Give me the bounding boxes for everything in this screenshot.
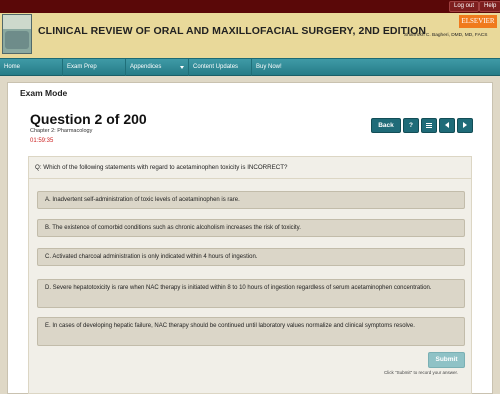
answer-option-e[interactable]: E. In cases of developing hepatic failur…: [37, 317, 465, 346]
page-title: Exam Mode: [20, 88, 68, 98]
publisher-logo[interactable]: ELSEVIER: [459, 15, 497, 28]
question-list-button[interactable]: [421, 118, 437, 133]
option-text: A. Inadvertent self-administration of to…: [45, 197, 240, 203]
option-text: C. Activated charcoal administration is …: [45, 254, 258, 260]
arrow-right-icon: [463, 122, 467, 129]
question-help-button[interactable]: ?: [403, 118, 419, 133]
back-button[interactable]: Back: [371, 118, 401, 133]
book-title: CLINICAL REVIEW OF ORAL AND MAXILLOFACIA…: [38, 25, 427, 37]
previous-question-button[interactable]: [439, 118, 455, 133]
list-icon: [426, 122, 432, 128]
option-text: E. In cases of developing hepatic failur…: [45, 323, 415, 329]
nav-appendices[interactable]: Appendices: [126, 59, 189, 76]
question-divider: [28, 178, 472, 179]
nav-home[interactable]: Home: [0, 59, 63, 76]
question-counter: Question 2 of 200: [30, 111, 147, 127]
help-link[interactable]: Help: [479, 1, 500, 12]
exam-timer: 01:59:35: [30, 138, 54, 144]
chapter-label: Chapter 2: Pharmacology: [30, 128, 93, 134]
chevron-down-icon: [180, 66, 184, 69]
arrow-left-icon: [445, 122, 449, 129]
answer-option-c[interactable]: C. Activated charcoal administration is …: [37, 248, 465, 266]
book-cover-image: [2, 14, 32, 54]
nav-buy-now[interactable]: Buy Now!: [252, 59, 302, 76]
next-question-button[interactable]: [457, 118, 473, 133]
submit-hint: Click "Submit" to record your answer.: [384, 370, 458, 375]
author-line: Shahrokh C. Bagheri, DMD, MD, FACS: [404, 33, 488, 38]
answer-option-d[interactable]: D. Severe hepatotoxicity is rare when NA…: [37, 279, 465, 308]
submit-button[interactable]: Submit: [428, 352, 465, 368]
logout-button[interactable]: Log out: [449, 1, 480, 12]
answer-option-b[interactable]: B. The existence of comorbid conditions …: [37, 219, 465, 237]
nav-exam-prep[interactable]: Exam Prep: [63, 59, 126, 76]
nav-appendices-label: Appendices: [130, 64, 162, 70]
option-text: B. The existence of comorbid conditions …: [45, 225, 301, 231]
top-bar: Log out Help: [0, 0, 500, 13]
main-nav: Home Exam Prep Appendices Content Update…: [0, 58, 500, 76]
question-text: Q: Which of the following statements wit…: [35, 164, 288, 171]
answer-option-a[interactable]: A. Inadvertent self-administration of to…: [37, 191, 465, 209]
nav-content-updates[interactable]: Content Updates: [189, 59, 252, 76]
option-text: D. Severe hepatotoxicity is rare when NA…: [45, 285, 432, 291]
